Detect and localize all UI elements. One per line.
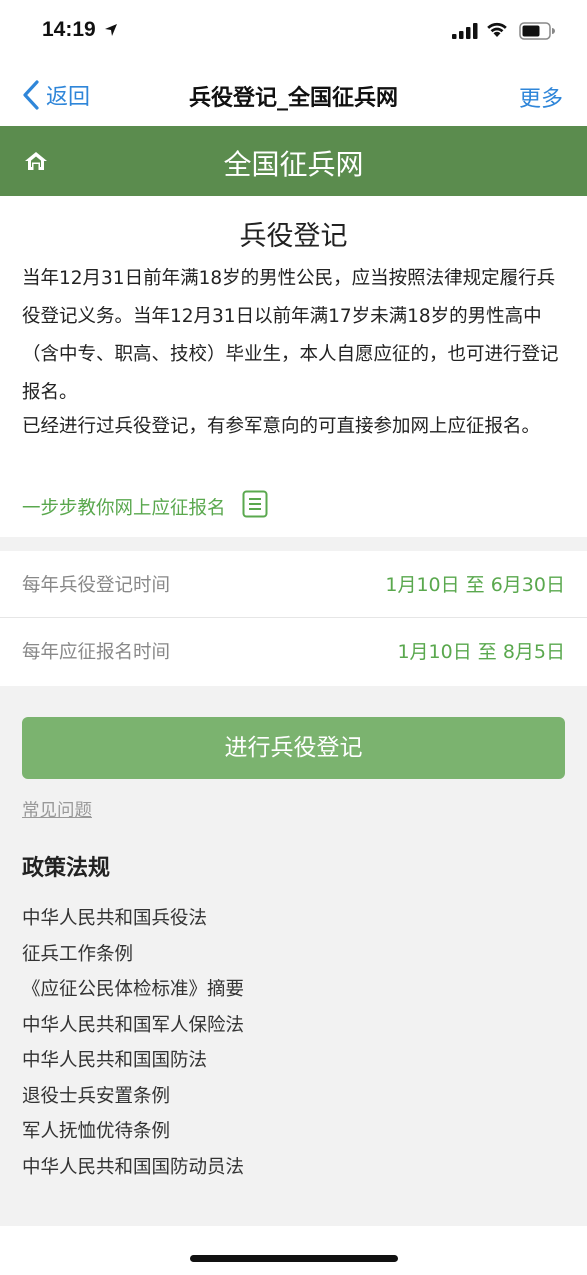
page-title: 兵役登记_全国征兵网 xyxy=(188,86,398,111)
location-arrow-icon xyxy=(104,22,118,41)
policy-list: 中华人民共和国兵役法 征兵工作条例 《应征公民体检标准》摘要 中华人民共和国军人… xyxy=(22,901,244,1185)
battery-icon xyxy=(519,22,555,44)
section-heading: 兵役登记 xyxy=(239,221,348,252)
site-title: 全国征兵网 xyxy=(223,148,364,181)
intro-section: 兵役登记 当年12月31日前年满18岁的男性公民，应当按照法律规定履行兵役登记义… xyxy=(0,196,587,537)
schedule-value: 1月10日 至 8月5日 xyxy=(397,641,565,663)
section-divider xyxy=(0,537,587,551)
bottom-section: 进行兵役登记 常见问题 政策法规 中华人民共和国兵役法 征兵工作条例 《应征公民… xyxy=(0,686,587,1226)
document-icon xyxy=(242,490,268,523)
schedule-label: 每年兵役登记时间 xyxy=(22,575,171,596)
policy-item[interactable]: 征兵工作条例 xyxy=(22,937,244,973)
status-time: 14:19 xyxy=(42,18,96,41)
status-bar: 14:19 xyxy=(0,0,587,64)
faq-link[interactable]: 常见问题 xyxy=(22,797,92,822)
schedule-value: 1月10日 至 6月30日 xyxy=(385,574,565,596)
schedule-row-enlistment: 每年应征报名时间 1月10日 至 8月5日 xyxy=(0,618,587,686)
policy-item[interactable]: 中华人民共和国国防法 xyxy=(22,1043,244,1079)
schedule-label: 每年应征报名时间 xyxy=(22,642,171,663)
policy-item[interactable]: 中华人民共和国兵役法 xyxy=(22,901,244,937)
policy-heading: 政策法规 xyxy=(22,856,111,881)
tutorial-link[interactable]: 一步步教你网上应征报名 xyxy=(22,490,268,523)
policy-item[interactable]: 军人抚恤优待条例 xyxy=(22,1114,244,1150)
register-button[interactable]: 进行兵役登记 xyxy=(22,717,565,779)
intro-paragraph-2: 已经进行过兵役登记，有参军意向的可直接参加网上应征报名。 xyxy=(22,416,541,437)
schedule-row-registration: 每年兵役登记时间 1月10日 至 6月30日 xyxy=(0,551,587,617)
more-button[interactable]: 更多 xyxy=(519,81,563,113)
signal-icon xyxy=(452,23,478,43)
wifi-icon xyxy=(485,20,509,42)
policy-item[interactable]: 中华人民共和国军人保险法 xyxy=(22,1008,244,1044)
policy-item[interactable]: 中华人民共和国国防动员法 xyxy=(22,1150,244,1186)
intro-paragraph-1: 当年12月31日前年满18岁的男性公民，应当按照法律规定履行兵役登记义务。当年1… xyxy=(22,268,559,403)
home-indicator[interactable] xyxy=(190,1255,398,1262)
tutorial-link-label: 一步步教你网上应征报名 xyxy=(22,497,226,519)
policy-item[interactable]: 《应征公民体检标准》摘要 xyxy=(22,972,244,1008)
site-header: 全国征兵网 xyxy=(0,126,587,196)
nav-bar: 返回 兵役登记_全国征兵网 更多 xyxy=(0,64,587,126)
policy-item[interactable]: 退役士兵安置条例 xyxy=(22,1079,244,1115)
